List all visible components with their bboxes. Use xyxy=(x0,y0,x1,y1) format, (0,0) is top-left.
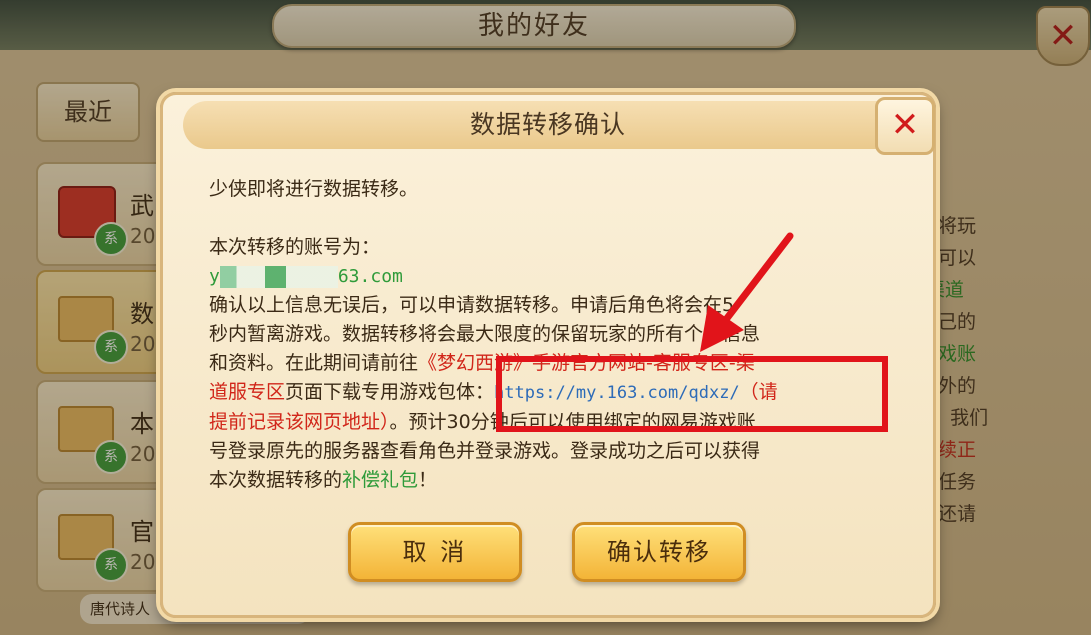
account-label: 本次转移的账号为： xyxy=(209,236,381,258)
account-prefix: y xyxy=(209,266,220,287)
account-value: y 63.com xyxy=(209,262,899,291)
redacted-account xyxy=(219,265,338,288)
dialog-body: 少侠即将进行数据转移。 本次转移的账号为： y 63.com 确认以上信息无误后，… xyxy=(209,175,899,495)
cancel-button[interactable]: 取 消 xyxy=(348,522,522,582)
intro-text: 少侠即将进行数据转移。 xyxy=(209,178,419,200)
notice-text: 本次数据转移的 xyxy=(209,469,343,491)
dialog-title: 数据转移确认 xyxy=(183,101,913,149)
notice-line: 确认以上信息无误后，可以申请数据转移。申请后角色将会在5 xyxy=(209,294,735,316)
annotation-highlight-box xyxy=(496,356,888,432)
transfer-confirm-dialog: 数据转移确认 ✕ 少侠即将进行数据转移。 本次转移的账号为： y 63.com 确… xyxy=(160,92,936,618)
account-suffix: 63.com xyxy=(337,266,403,287)
notice-line: 秒内暂离游戏。数据转移将会最大限度的保留玩家的所有个人信息 xyxy=(209,323,761,345)
official-site-path: 道服专区 xyxy=(209,381,286,403)
notice-text: 页面下载专用游戏包体： xyxy=(285,381,495,403)
confirm-transfer-button[interactable]: 确认转移 xyxy=(572,522,746,582)
notice-line: 本次数据转移的补偿礼包！ xyxy=(209,466,899,495)
compensation-gift: 补偿礼包 xyxy=(342,469,419,491)
notice-warning: 提前记录该网页地址） xyxy=(209,411,390,433)
notice-text: ！ xyxy=(418,469,438,491)
close-icon[interactable]: ✕ xyxy=(875,97,935,155)
notice-line: 号登录原先的服务器查看角色并登录游戏。登录成功之后可以获得 xyxy=(209,440,761,462)
notice-text: 和资料。在此期间请前往 xyxy=(209,352,419,374)
